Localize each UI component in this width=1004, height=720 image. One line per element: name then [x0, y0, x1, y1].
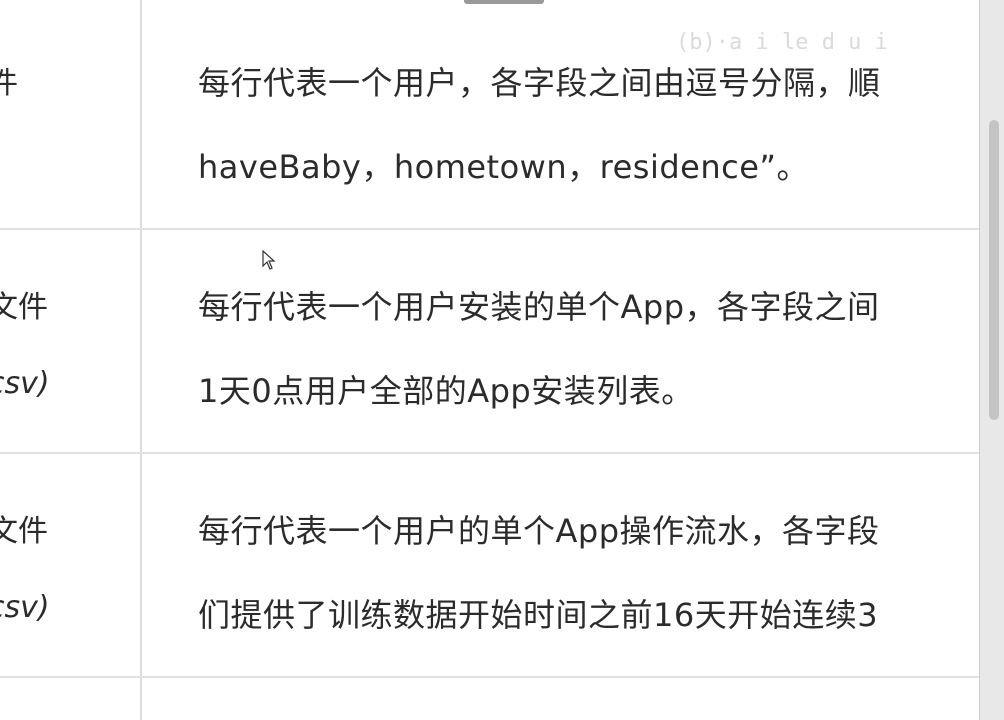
mouse-pointer-icon [262, 250, 276, 270]
row1-file-label: 件 [0, 66, 18, 101]
row-divider [0, 452, 980, 454]
scrollbar-thumb[interactable] [989, 120, 999, 420]
vertical-scrollbar[interactable] [979, 0, 1004, 720]
row2-file-label: 文件 [0, 290, 48, 325]
row3-file-label: 文件 [0, 514, 48, 549]
row3-description-line2: 们提供了训练数据开始时间之前16天开始连续3 [198, 596, 879, 634]
data-description-table: 件 每行代表一个用户，各字段之间由逗号分隔，順 haveBaby，hometow… [0, 0, 980, 720]
row2-file-ext: csv) [0, 366, 50, 401]
row-divider [0, 228, 980, 230]
row-divider [0, 676, 980, 678]
row1-description-line1: 每行代表一个用户，各字段之间由逗号分隔，順 [198, 64, 881, 102]
row2-description-line1: 每行代表一个用户安装的单个App，各字段之间 [198, 288, 880, 326]
window-top-handle [464, 0, 544, 4]
column-divider [140, 0, 142, 720]
row1-description-line2: haveBaby，hometown，residence”。 [198, 148, 809, 186]
watermark: (b)·a i le d u i [676, 30, 888, 55]
row2-description-line2: 1天0点用户全部的App安装列表。 [198, 372, 694, 410]
row3-file-ext: csv) [0, 590, 50, 625]
screen-frame: 件 每行代表一个用户，各字段之间由逗号分隔，順 haveBaby，hometow… [0, 0, 1004, 720]
row3-description-line1: 每行代表一个用户的单个App操作流水，各字段 [198, 512, 880, 550]
